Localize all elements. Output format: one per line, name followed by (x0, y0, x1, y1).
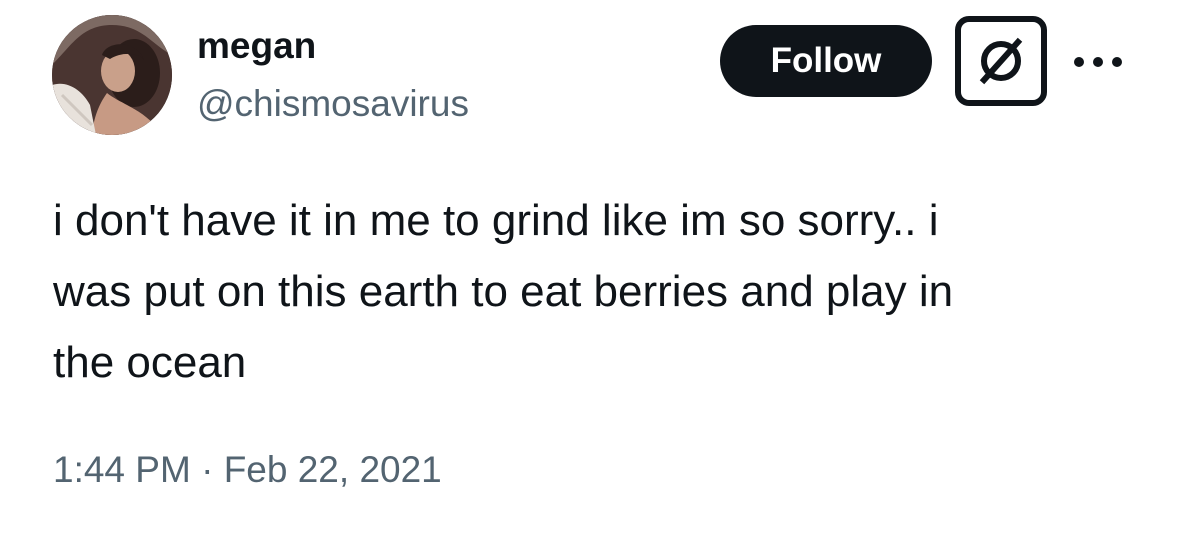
timestamp-separator: · (201, 449, 214, 490)
grok-icon (979, 37, 1023, 85)
follow-button[interactable]: Follow (720, 25, 932, 97)
more-options-button[interactable] (1066, 44, 1130, 80)
tweet-text-line: i don't have it in me to grind like im s… (53, 196, 939, 245)
more-options-icon (1074, 57, 1122, 67)
tweet-time[interactable]: 1:44 PM (53, 449, 191, 490)
avatar[interactable] (52, 15, 172, 135)
tweet-text-line: the ocean (53, 338, 247, 387)
grok-button[interactable] (955, 16, 1047, 106)
profile-photo-icon (52, 15, 172, 135)
author-handle[interactable]: @chismosavirus (197, 82, 469, 126)
tweet-timestamp[interactable]: 1:44 PM · Feb 22, 2021 (53, 447, 442, 493)
tweet-text-line: was put on this earth to eat berries and… (53, 267, 954, 316)
tweet-text: i don't have it in me to grind like im s… (53, 185, 1153, 398)
tweet-date[interactable]: Feb 22, 2021 (224, 449, 442, 490)
author-display-name[interactable]: megan (197, 24, 316, 68)
